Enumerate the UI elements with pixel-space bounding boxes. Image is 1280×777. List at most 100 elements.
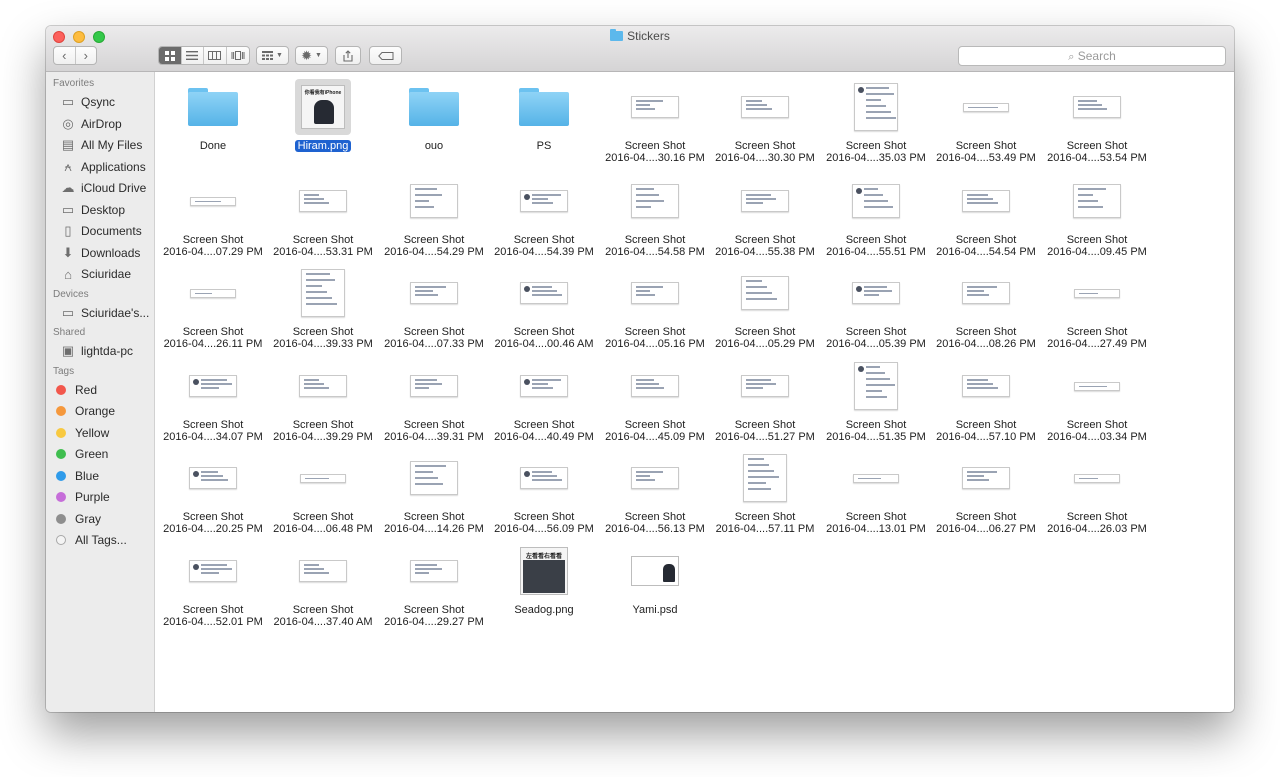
file-item[interactable]: Screen Shot 2016-04....30.16 PM (600, 76, 710, 166)
file-item[interactable]: Screen Shot 2016-04....57.11 PM (710, 447, 820, 537)
file-item[interactable]: Screen Shot 2016-04....14.26 PM (379, 447, 489, 537)
file-thumbnail-area (710, 447, 820, 509)
file-item[interactable]: Screen Shot 2016-04....57.10 PM (931, 355, 1041, 445)
file-item[interactable]: Screen Shot 2016-04....55.51 PM (821, 170, 931, 260)
file-item[interactable]: Screen Shot 2016-04....55.38 PM (710, 170, 820, 260)
sidebar-item-sciuridae[interactable]: ⌂ Sciuridae (60, 264, 154, 284)
list-view-button[interactable] (182, 47, 204, 64)
file-item[interactable]: Screen Shot 2016-04....54.58 PM (600, 170, 710, 260)
selection-highlight: 你看我有iPhone (295, 79, 351, 135)
sidebar-item-all-my-files[interactable]: ▤ All My Files (60, 135, 154, 155)
file-item[interactable]: Screen Shot 2016-04....03.34 PM (1042, 355, 1152, 445)
sidebar-tag-purple[interactable]: Purple (53, 487, 148, 507)
file-date-line: 2016-04....07.33 PM (384, 338, 484, 350)
file-item[interactable]: Screen Shot 2016-04....39.33 PM (268, 262, 378, 352)
file-name-line: Screen Shot (292, 326, 354, 338)
sidebar-tag-blue[interactable]: Blue (53, 466, 148, 486)
sidebar-item-airdrop[interactable]: ◎ AirDrop (60, 114, 154, 134)
file-name: Screen Shot 2016-04....39.31 PM (375, 419, 493, 443)
sidebar-item-desktop[interactable]: ▭ Desktop (60, 200, 154, 220)
screenshot-thumbnail (852, 282, 900, 304)
file-item[interactable]: Screen Shot 2016-04....39.29 PM (268, 355, 378, 445)
sidebar-tag-red[interactable]: Red (53, 380, 148, 400)
file-item[interactable]: Screen Shot 2016-04....07.33 PM (379, 262, 489, 352)
arrange-button[interactable]: ▼ (256, 46, 289, 65)
thumbnail-text-line (415, 465, 446, 467)
sidebar-item-applications[interactable]: ⍲ Applications (60, 157, 154, 177)
sidebar-tag-all-tags[interactable]: All Tags... (53, 530, 148, 550)
image-thumbnail: 你看我有iPhone (301, 85, 345, 129)
file-item[interactable]: Screen Shot 2016-04....00.46 AM (489, 262, 599, 352)
file-name: Screen Shot 2016-04....07.29 PM (154, 234, 272, 258)
file-item[interactable]: Screen Shot 2016-04....06.27 PM (931, 447, 1041, 537)
sidebar-tag-green[interactable]: Green (53, 444, 148, 464)
folder-item[interactable]: ouo (379, 76, 489, 166)
edit-tags-button[interactable] (369, 46, 402, 65)
file-item[interactable]: Screen Shot 2016-04....08.26 PM (931, 262, 1041, 352)
folder-item[interactable]: Done (158, 76, 268, 166)
action-button[interactable]: ✹ ▼ (295, 46, 328, 65)
file-name: PS (485, 140, 603, 152)
file-item[interactable]: Screen Shot 2016-04....53.49 PM (931, 76, 1041, 166)
file-item[interactable]: Screen Shot 2016-04....35.03 PM (821, 76, 931, 166)
file-item[interactable]: Screen Shot 2016-04....09.45 PM (1042, 170, 1152, 260)
file-thumbnail-area (379, 76, 489, 138)
file-item[interactable]: Screen Shot 2016-04....29.27 PM (379, 540, 489, 630)
file-item[interactable]: Screen Shot 2016-04....20.25 PM (158, 447, 268, 537)
file-item[interactable]: Screen Shot 2016-04....26.03 PM (1042, 447, 1152, 537)
file-item[interactable]: Screen Shot 2016-04....40.49 PM (489, 355, 599, 445)
column-view-button[interactable] (204, 47, 227, 64)
file-item[interactable]: Screen Shot 2016-04....05.29 PM (710, 262, 820, 352)
folder-item[interactable]: PS (489, 76, 599, 166)
file-item[interactable]: Screen Shot 2016-04....07.29 PM (158, 170, 268, 260)
file-item[interactable]: Screen Shot 2016-04....52.01 PM (158, 540, 268, 630)
file-date-line: 2016-04....27.49 PM (1047, 338, 1147, 350)
file-item[interactable]: 你看我有iPhone Hiram.png (268, 76, 378, 166)
sidebar-tag-gray[interactable]: Gray (53, 509, 148, 529)
file-item[interactable]: Screen Shot 2016-04....45.09 PM (600, 355, 710, 445)
sidebar-tag-yellow[interactable]: Yellow (53, 423, 148, 443)
file-item[interactable]: Screen Shot 2016-04....06.48 PM (268, 447, 378, 537)
file-item[interactable]: Screen Shot 2016-04....53.54 PM (1042, 76, 1152, 166)
thumbnail-text-line (636, 206, 651, 208)
file-item[interactable]: Screen Shot 2016-04....54.29 PM (379, 170, 489, 260)
icon-view-button[interactable] (159, 47, 182, 64)
file-item[interactable]: Screen Shot 2016-04....56.09 PM (489, 447, 599, 537)
file-item[interactable]: Screen Shot 2016-04....53.31 PM (268, 170, 378, 260)
sidebar-item-lightda-pc[interactable]: ▣ lightda-pc (60, 341, 154, 361)
sidebar-item-sciuridae-s[interactable]: ▭ Sciuridae's... (60, 303, 154, 323)
file-item[interactable]: Screen Shot 2016-04....34.07 PM (158, 355, 268, 445)
file-item[interactable]: Screen Shot 2016-04....54.54 PM (931, 170, 1041, 260)
file-item[interactable]: Screen Shot 2016-04....30.30 PM (710, 76, 820, 166)
sidebar-item-qsync[interactable]: ▭ Qsync (60, 92, 154, 112)
file-item[interactable]: Yami.psd (600, 540, 710, 630)
sidebar-item-icloud-drive[interactable]: ☁ iCloud Drive (60, 178, 154, 198)
thumbnail-text-line (636, 290, 650, 292)
photo-subject (663, 564, 675, 582)
file-item[interactable]: Screen Shot 2016-04....27.49 PM (1042, 262, 1152, 352)
file-item[interactable]: Screen Shot 2016-04....51.27 PM (710, 355, 820, 445)
file-item[interactable]: Screen Shot 2016-04....56.13 PM (600, 447, 710, 537)
search-input[interactable]: ⌕ Search (958, 46, 1226, 66)
file-item[interactable]: Screen Shot 2016-04....37.40 AM (268, 540, 378, 630)
sidebar-tag-orange[interactable]: Orange (53, 401, 148, 421)
thumbnail-text-line (532, 294, 562, 296)
file-item[interactable]: Screen Shot 2016-04....05.39 PM (821, 262, 931, 352)
file-item[interactable]: Screen Shot 2016-04....54.39 PM (489, 170, 599, 260)
back-button[interactable]: ‹ (54, 47, 76, 64)
file-item[interactable]: Screen Shot 2016-04....13.01 PM (821, 447, 931, 537)
file-item[interactable]: 左看看右看看 Seadog.png (489, 540, 599, 630)
photo-subject (523, 560, 565, 593)
forward-button[interactable]: › (76, 47, 97, 64)
sidebar-item-downloads[interactable]: ⬇ Downloads (60, 243, 154, 263)
thumbnail-text-line (967, 198, 993, 200)
file-item[interactable]: Screen Shot 2016-04....05.16 PM (600, 262, 710, 352)
thumbnail-text-line (304, 194, 319, 196)
file-item[interactable]: Screen Shot 2016-04....51.35 PM (821, 355, 931, 445)
file-item[interactable]: Screen Shot 2016-04....26.11 PM (158, 262, 268, 352)
cover-flow-view-button[interactable] (227, 47, 249, 64)
sidebar-item-documents[interactable]: ▯ Documents (60, 221, 154, 241)
file-name: Hiram.png (264, 140, 382, 152)
share-button[interactable] (335, 46, 361, 65)
file-item[interactable]: Screen Shot 2016-04....39.31 PM (379, 355, 489, 445)
